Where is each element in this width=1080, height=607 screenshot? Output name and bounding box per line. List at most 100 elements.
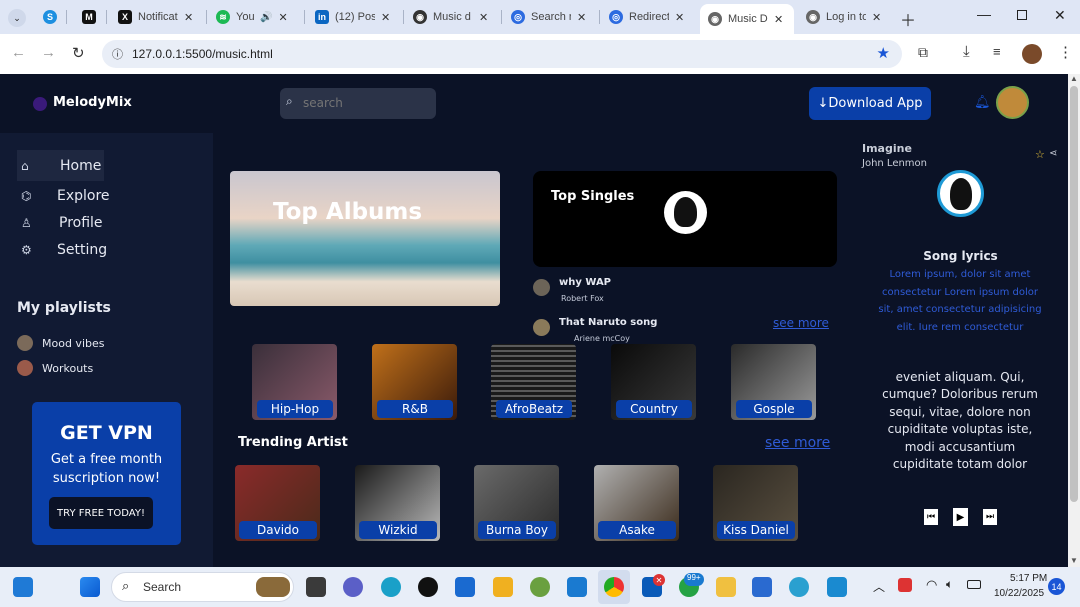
tab-x-notifications[interactable]: X Notificat ✕ [110,5,205,29]
search-input[interactable] [303,94,428,112]
scrollbar-thumb[interactable] [1070,86,1078,502]
discord-icon[interactable] [789,577,809,597]
close-tab-icon[interactable]: ✕ [872,11,881,24]
microsoft-store-icon[interactable] [455,577,475,597]
globe-icon: ◉ [708,12,722,26]
chrome-icon[interactable] [604,577,624,597]
previous-track-button[interactable]: ⏮ [924,509,938,525]
tab-separator [106,10,107,24]
play-button[interactable]: ▶ [953,508,968,526]
singer-avatar [664,191,707,234]
widgets-icon[interactable] [13,577,33,597]
tab-medium[interactable]: M [74,5,102,29]
genre-card-gosple[interactable]: Gosple [731,344,816,420]
close-tab-icon[interactable]: ✕ [479,11,488,24]
wifi-icon[interactable]: ◠ [926,577,937,593]
teams-chat-icon[interactable] [343,577,363,597]
start-windows-icon[interactable] [80,577,100,597]
now-playing-avatar [937,170,984,217]
address-bar[interactable]: ⓘ 127.0.0.1:5500/music.html ★ [102,40,902,68]
artist-card-wizkid[interactable]: Wizkid [355,465,440,541]
tab-redirect[interactable]: ◎ Redirect ✕ [601,5,696,29]
artist-card-asake[interactable]: Asake [594,465,679,541]
close-tab-icon[interactable]: ✕ [577,11,586,24]
top-singles-card[interactable]: Top Singles [533,171,837,267]
user-avatar[interactable] [996,86,1029,119]
playlist-item[interactable]: Workouts [17,358,93,378]
genre-card-afrobeatz[interactable]: AfroBeatz [491,344,576,420]
download-icon[interactable]: ⤓ [963,43,970,60]
tray-chevron-up-icon[interactable]: ︿ [873,578,885,595]
close-tab-icon[interactable]: ✕ [184,11,193,24]
people-icon[interactable] [752,577,772,597]
taskbar-search-box[interactable]: ⌕ Search [111,572,294,602]
reload-button[interactable]: ↻ [72,44,85,62]
pen-app-icon[interactable] [827,577,847,597]
tab-separator [66,10,67,24]
audio-playing-icon[interactable]: 🔊 [260,12,272,23]
maximize-window-button[interactable] [1017,10,1027,20]
tab-separator [304,10,305,24]
tab-spotify[interactable]: ≋ You 🔊 ✕ [208,5,303,29]
extensions-icon[interactable]: ⧉ [918,44,928,61]
app-logo[interactable]: MelodyMix [53,95,132,110]
tab-music-active[interactable]: ◉ Music D ✕ [700,4,794,34]
folder-icon[interactable] [716,577,736,597]
tab-log-in[interactable]: ◉ Log in to ✕ [798,5,893,29]
forward-button[interactable]: → [41,44,56,61]
page-scrollbar[interactable]: ▲ ▼ [1068,74,1080,567]
search-box[interactable]: ⌕ [280,88,436,119]
close-tab-icon[interactable]: ✕ [675,11,684,24]
playlist-item[interactable]: Mood vibes [17,333,104,353]
bookmark-star-icon[interactable]: ★ [877,44,890,62]
next-track-button[interactable]: ⏭ [983,509,997,525]
close-tab-icon[interactable]: ✕ [381,11,390,24]
notification-bell-icon[interactable]: 🔔︎ [974,95,991,110]
notification-count-badge[interactable]: 14 [1048,578,1065,595]
app-game-icon[interactable] [530,577,550,597]
close-tab-icon[interactable]: ✕ [774,13,783,26]
top-albums-card[interactable]: Top Albums [230,171,500,306]
artist-card-davido[interactable]: Davido [235,465,320,541]
clock-time[interactable]: 5:17 PM [1010,573,1047,584]
tab-skype[interactable]: S [35,5,63,29]
tab-music-github[interactable]: ◉ Music d ✕ [405,5,500,29]
media-control-icon[interactable]: ≡ [993,44,1001,59]
close-tab-icon[interactable]: ✕ [278,11,287,24]
scroll-down-arrow[interactable]: ▼ [1070,556,1078,565]
tab-search-chevron-icon[interactable]: ⌄ [8,9,26,27]
profile-avatar[interactable] [1022,44,1042,64]
share-icon[interactable]: ⋖ [1049,148,1057,159]
file-explorer-pin-icon[interactable] [493,577,513,597]
see-more-singles-link[interactable]: see more [773,316,829,330]
download-app-button[interactable]: ↓Download App [809,87,931,120]
tab-search[interactable]: ◎ Search n ✕ [503,5,598,29]
try-free-button[interactable]: TRY FREE TODAY! [49,497,153,529]
vscode-icon[interactable] [567,577,587,597]
clock-date[interactable]: 10/22/2025 [994,588,1044,599]
globe-icon: ◉ [806,10,820,24]
scroll-up-arrow[interactable]: ▲ [1070,74,1078,83]
browser-menu-icon[interactable]: ⋮ [1058,43,1073,61]
minimize-window-button[interactable]: — [977,6,991,22]
genre-card-hip-hop[interactable]: Hip-Hop [252,344,337,420]
tiktok-icon[interactable] [418,577,438,597]
tab-linkedin[interactable]: in (12) Post ✕ [307,5,402,29]
genre-card-rnb[interactable]: R&B [372,344,457,420]
artist-card-kiss-daniel[interactable]: Kiss Daniel [713,465,798,541]
edge-icon[interactable] [381,577,401,597]
tray-app-icon[interactable] [898,578,912,592]
favorite-star-icon[interactable]: ☆ [1035,148,1045,161]
close-window-button[interactable]: ✕ [1054,7,1066,24]
tab-separator [403,10,404,24]
see-more-artists-link[interactable]: see more [765,435,830,451]
github-icon: ◉ [413,10,427,24]
battery-icon[interactable] [967,580,981,589]
task-view-icon[interactable] [306,577,326,597]
site-info-icon[interactable]: ⓘ [112,46,123,62]
genre-card-country[interactable]: Country [611,344,696,420]
back-button[interactable]: ← [11,44,26,61]
artist-card-burna-boy[interactable]: Burna Boy [474,465,559,541]
volume-icon[interactable]: 🔈︎ [946,577,953,592]
new-tab-button[interactable]: ＋ [900,7,916,31]
